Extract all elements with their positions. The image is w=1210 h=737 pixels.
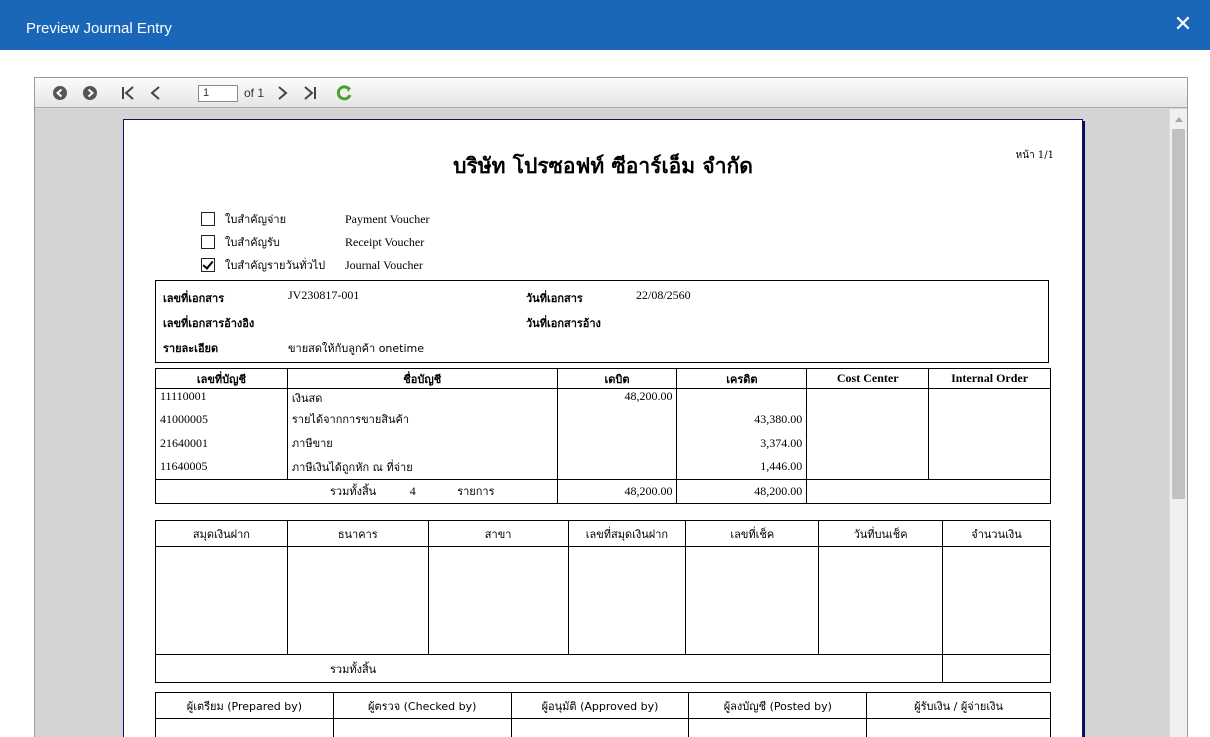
bank-table-header: สมุดเงินฝาก ธนาคาร สาขา เลขที่สมุดเงินฝา… (156, 521, 1051, 547)
account-table: เลขที่บัญชี ชื่อบัญชี เดบิต เครดิต Cost … (155, 368, 1051, 504)
page-indicator: หน้า 1/1 (1016, 148, 1054, 163)
voucher-type-payment: ใบสำคัญจ่าย Payment Voucher (201, 210, 430, 228)
col-cost-center: Cost Center (807, 369, 929, 389)
close-icon[interactable]: ✕ (1170, 12, 1196, 38)
viewer-toolbar: 1 of 1 (35, 78, 1187, 108)
ref-no-label: เลขที่เอกสารอ้างอิง (163, 314, 254, 332)
doc-date: 22/08/2560 (636, 288, 691, 303)
account-table-header: เลขที่บัญชี ชื่อบัญชี เดบิต เครดิต Cost … (156, 369, 1051, 389)
ref-date-label: วันที่เอกสารอ้าง (526, 314, 601, 332)
circle-left-icon[interactable] (49, 82, 71, 104)
doc-date-label: วันที่เอกสาร (526, 289, 583, 307)
next-page-icon[interactable] (271, 82, 293, 104)
circle-right-icon[interactable] (79, 82, 101, 104)
signature-row (156, 719, 1051, 737)
first-page-icon[interactable] (117, 82, 139, 104)
company-name: บริษัท โปรซอฟท์ ซีอาร์เอ็ม จำกัด (124, 150, 1082, 183)
scrollbar-thumb[interactable] (1172, 129, 1185, 499)
window-title: Preview Journal Entry (26, 20, 172, 37)
total-unit: รายการ (457, 485, 494, 498)
table-row: 41000005 รายได้จากการขายสินค้า 43,380.00 (156, 407, 1051, 431)
last-page-icon[interactable] (299, 82, 321, 104)
checkbox-icon (201, 212, 215, 226)
page-number-input[interactable]: 1 (198, 85, 238, 102)
report-viewer: 1 of 1 บริษัท โปรซอฟท์ ซีอาร์เอ็ม จำกัด … (34, 77, 1188, 737)
total-count: 4 (410, 484, 416, 498)
voucher-type-journal: ใบสำคัญรายวันทั่วไป Journal Voucher (201, 256, 423, 274)
vertical-scrollbar[interactable] (1169, 109, 1187, 737)
refresh-icon[interactable] (333, 82, 355, 104)
title-bar: Preview Journal Entry ✕ (0, 0, 1210, 50)
doc-no: JV230817-001 (288, 288, 359, 303)
table-row: 11640005 ภาษีเงินได้ถูกหัก ณ ที่จ่าย 1,4… (156, 455, 1051, 479)
document-info: เลขที่เอกสาร JV230817-001 วันที่เอกสาร 2… (155, 280, 1049, 363)
total-debit: 48,200.00 (557, 479, 677, 503)
checkbox-icon (201, 235, 215, 249)
total-label: รวมทั้งสิ้น (330, 485, 376, 498)
page-count-label: of 1 (244, 86, 264, 100)
signature-table: ผู้เตรียม (Prepared by) ผู้ตรวจ (Checked… (155, 692, 1051, 737)
table-row: 11110001 เงินสด 48,200.00 (156, 389, 1051, 408)
col-internal-order: Internal Order (929, 369, 1051, 389)
col-debit: เดบิต (557, 369, 677, 389)
bank-total-row: รวมทั้งสิ้น (156, 655, 1051, 683)
total-credit: 48,200.00 (677, 479, 807, 503)
detail-text: ขายสดให้กับลูกค้า onetime (288, 339, 424, 357)
col-account-name: ชื่อบัญชี (287, 369, 557, 389)
bank-table: สมุดเงินฝาก ธนาคาร สาขา เลขที่สมุดเงินฝา… (155, 520, 1051, 683)
report-page: บริษัท โปรซอฟท์ ซีอาร์เอ็ม จำกัด หน้า 1/… (123, 119, 1083, 737)
checked-checkbox-icon (201, 258, 215, 272)
scroll-up-icon[interactable] (1175, 117, 1183, 122)
doc-no-label: เลขที่เอกสาร (163, 289, 224, 307)
signature-header: ผู้เตรียม (Prepared by) ผู้ตรวจ (Checked… (156, 693, 1051, 719)
report-canvas: บริษัท โปรซอฟท์ ซีอาร์เอ็ม จำกัด หน้า 1/… (35, 109, 1169, 737)
col-account-no: เลขที่บัญชี (156, 369, 288, 389)
account-total-row: รวมทั้งสิ้น 4 รายการ 48,200.00 48,200.00 (156, 479, 1051, 503)
detail-label: รายละเอียด (163, 339, 218, 357)
bank-table-body (156, 547, 1051, 655)
bank-total-label: รวมทั้งสิ้น (330, 663, 376, 676)
table-row: 21640001 ภาษีขาย 3,374.00 (156, 431, 1051, 455)
prev-page-icon[interactable] (145, 82, 167, 104)
voucher-type-receipt: ใบสำคัญรับ Receipt Voucher (201, 233, 424, 251)
col-credit: เครดิต (677, 369, 807, 389)
